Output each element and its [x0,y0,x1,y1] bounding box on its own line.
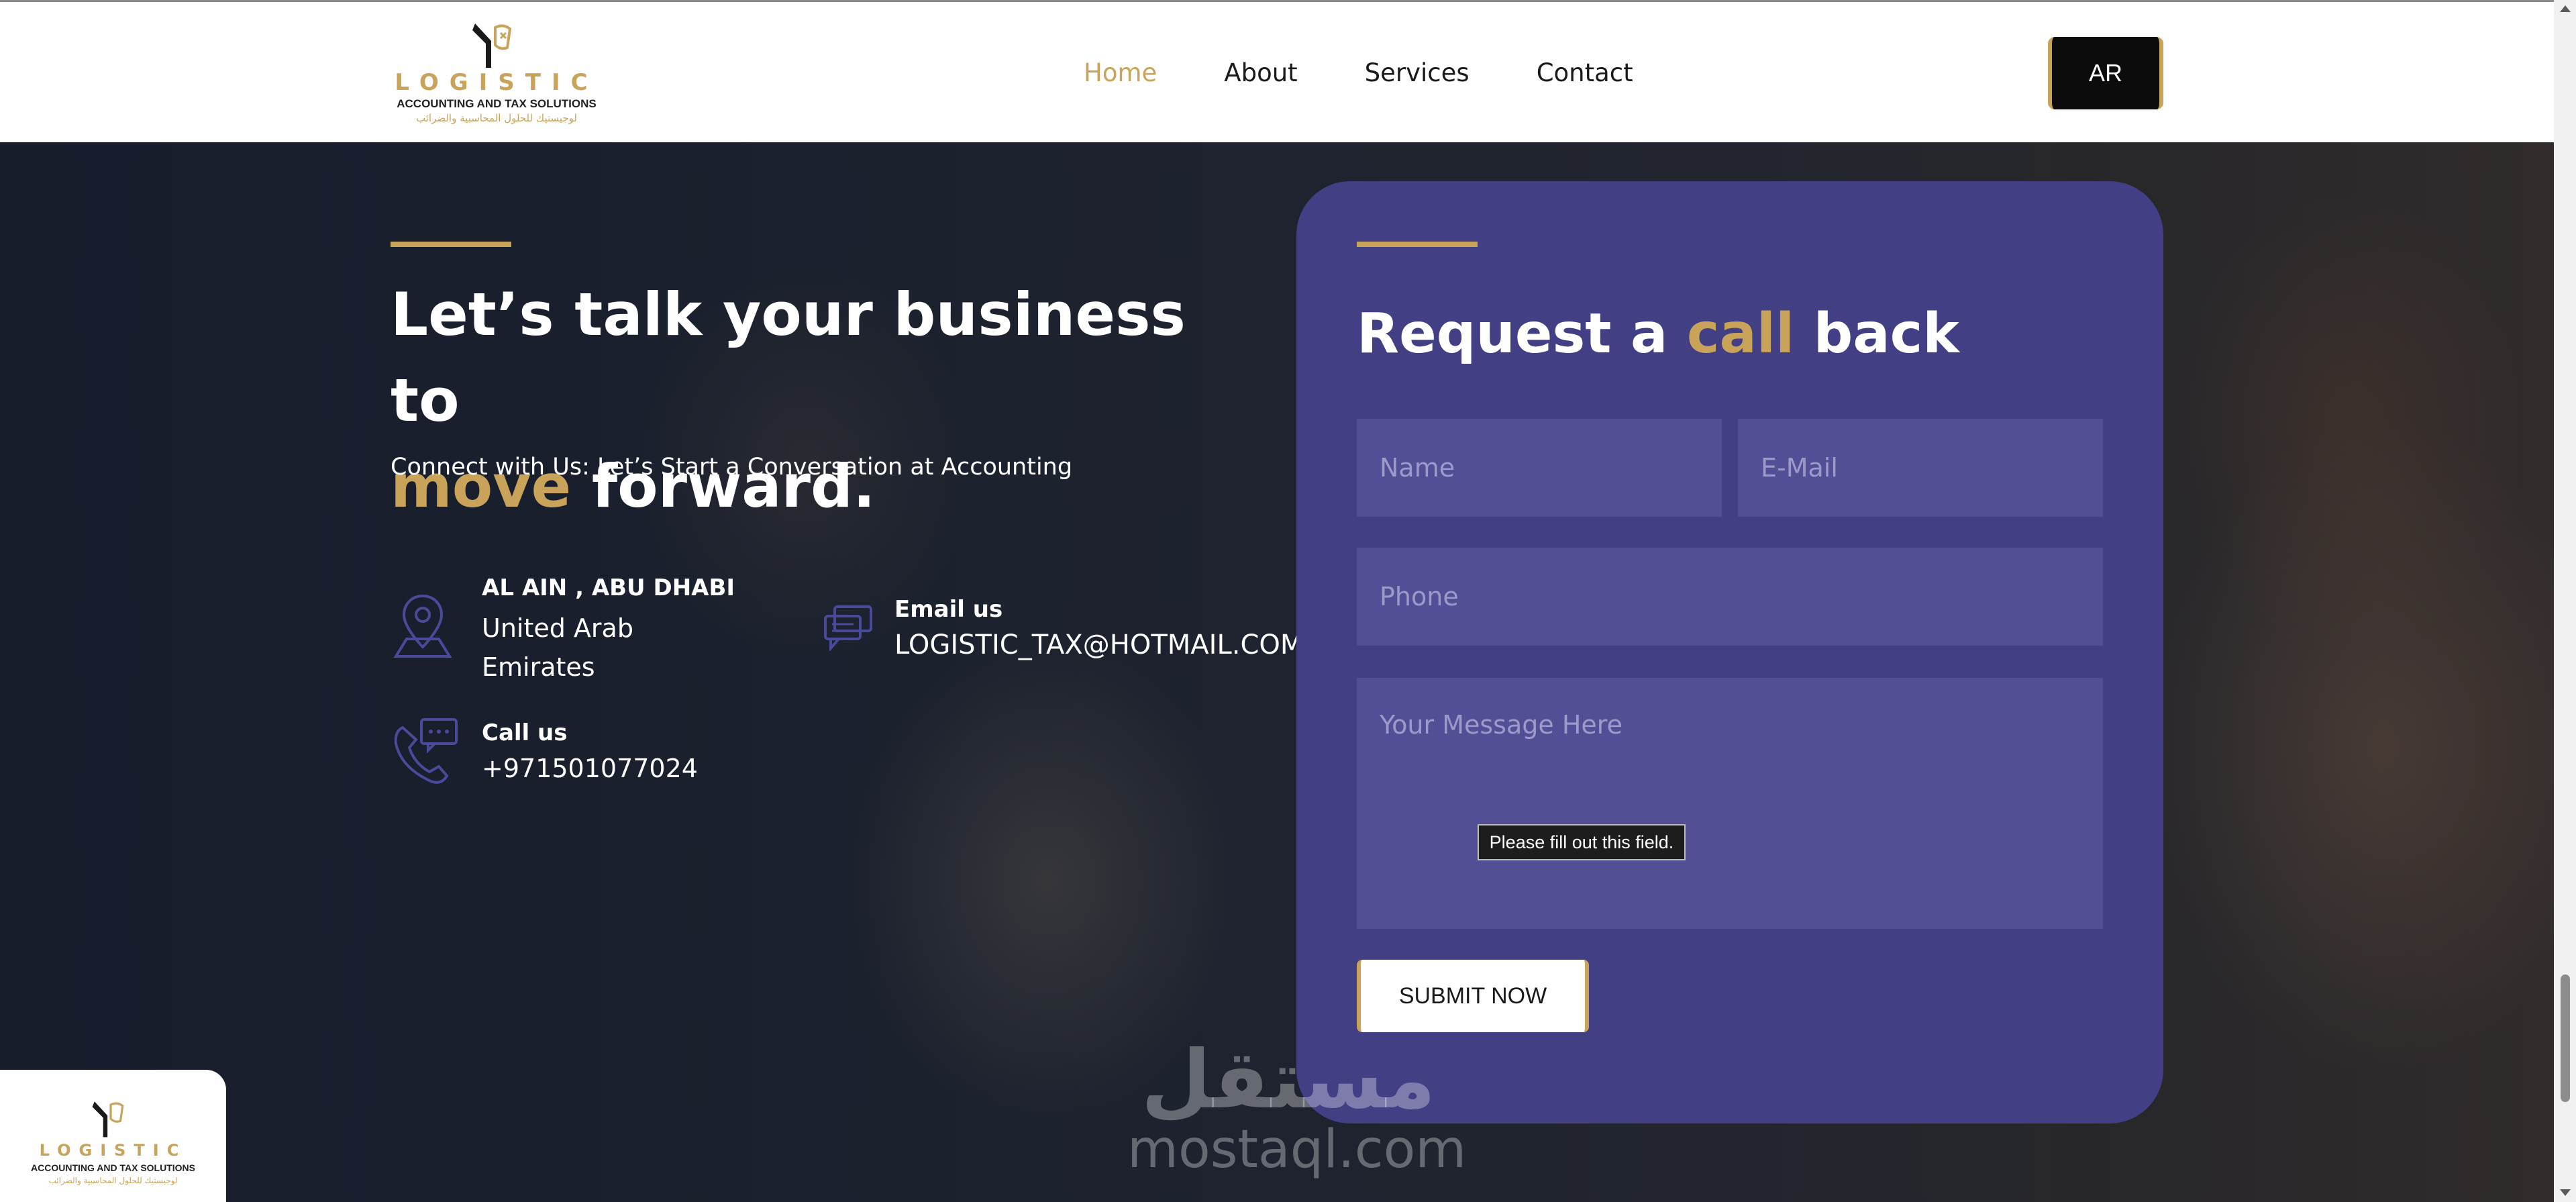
page-scrollbar[interactable] [2554,0,2576,1202]
hero-heading-line1: Let’s talk your business to [391,280,1186,435]
nav-item-home[interactable]: Home [1084,58,1157,91]
phone-icon [394,718,458,784]
floating-logo-arabic: لوجيستيك للحلول المحاسبية والضرائب [48,1176,178,1185]
phone-value[interactable]: +971501077024 [482,749,698,788]
phone-title: Call us [482,719,568,746]
heading-accent-line [391,242,511,247]
email-title: Email us [894,596,1003,623]
form-accent-line [1357,242,1478,247]
message-field[interactable] [1357,678,2103,929]
form-title: Request a call back [1357,302,1959,366]
form-title-pre: Request a [1357,302,1687,366]
logo-wordmark: LOGISTIC [395,69,599,96]
address-line1: United Arab [482,613,633,643]
logo-arabic-tagline: لوجيستيك للحلول المحاسبية والضرائب [416,112,577,124]
phone-field[interactable] [1357,548,2103,646]
logo-subtitle: ACCOUNTING AND TAX SOLUTIONS [397,97,597,110]
nav-item-about[interactable]: About [1224,58,1297,91]
watermark-arabic: مستقل [1141,1034,1436,1127]
validation-tooltip: Please fill out this field. [1478,824,1686,860]
floating-logo-subtitle: ACCOUNTING AND TAX SOLUTIONS [31,1162,195,1173]
main-nav: Home About Services Contact [1084,58,1700,91]
hero-subheading: Connect with Us: Let’s Start a Conversat… [391,454,1073,481]
scroll-down-arrow-icon[interactable] [2560,1189,2571,1196]
email-field[interactable] [1738,419,2103,517]
form-title-post: back [1794,302,1959,366]
address-line2: Emirates [482,652,595,682]
submit-button[interactable]: SUBMIT NOW [1357,960,1589,1032]
hero-heading: Let’s talk your business to move forward… [391,272,1263,530]
name-field[interactable] [1357,419,1722,517]
floating-logo-wordmark: LOGISTIC [39,1141,187,1160]
scrollbar-thumb[interactable] [2561,974,2570,1102]
chat-bubbles-icon [824,605,872,651]
scroll-up-arrow-icon[interactable] [2560,5,2571,12]
map-pin-icon [393,594,452,658]
site-header: LOGISTIC ACCOUNTING AND TAX SOLUTIONS لو… [0,0,2554,142]
site-logo[interactable]: LOGISTIC ACCOUNTING AND TAX SOLUTIONS لو… [389,21,604,128]
logo-mark-icon [472,23,512,68]
address-text: United Arab Emirates [482,609,633,687]
nav-item-contact[interactable]: Contact [1537,58,1633,91]
watermark-latin: mostaql.com [1127,1119,1467,1180]
email-value[interactable]: LOGISTIC_TAX@HOTMAIL.COM [894,625,1303,664]
logo-mark-icon [92,1101,124,1138]
form-title-accent: call [1686,302,1795,366]
nav-item-services[interactable]: Services [1365,58,1470,91]
language-toggle-button[interactable]: AR [2048,37,2163,109]
address-title: AL AIN , ABU DHABI [482,574,735,601]
floating-logo-widget[interactable]: LOGISTIC ACCOUNTING AND TAX SOLUTIONS لو… [0,1070,226,1202]
